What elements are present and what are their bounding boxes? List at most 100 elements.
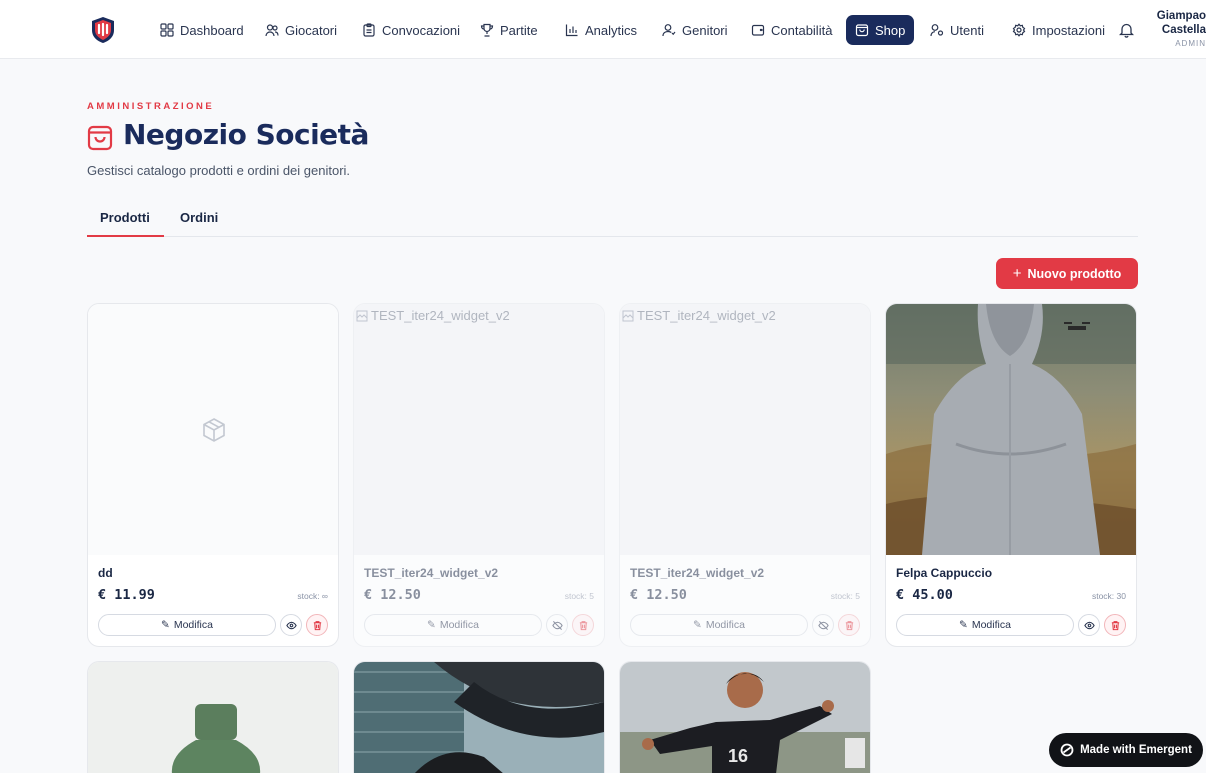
product-name: Felpa Cappuccio [896,566,993,580]
image-alt-text: TEST_iter24_widget_v2 [637,308,776,323]
nav-label: Impostazioni [1032,22,1105,38]
nav-label: Genitori [682,22,728,38]
broken-image: TEST_iter24_widget_v2 [622,308,776,323]
product-price: € 12.50 [364,587,421,603]
trophy-icon [480,23,494,37]
nav-shop[interactable]: Shop [846,15,915,45]
edit-button[interactable]: ✎ Modifica [896,614,1074,636]
product-price: € 11.99 [98,587,155,603]
product-stock: stock: 5 [830,591,860,601]
jersey-number: 16 [728,746,748,766]
product-image-broken: TEST_iter24_widget_v2 [354,304,604,555]
green-bottle-photo [88,662,338,773]
product-card[interactable]: TEST_iter24_widget_v2 TEST_iter24_widget… [619,303,871,647]
edit-button[interactable]: ✎ Modifica [630,614,808,636]
page-subtitle: Gestisci catalogo prodotti e ordini dei … [87,163,351,178]
nav-contabilita[interactable]: Contabilità [751,16,832,44]
edit-button[interactable]: ✎ Modifica [98,614,276,636]
nav-label: Dashboard [180,22,244,38]
product-price: € 12.50 [630,587,687,603]
edit-label: Modifica [705,619,745,631]
eye-off-icon [817,620,829,630]
club-logo-icon[interactable] [90,16,116,44]
edit-label: Modifica [439,619,479,631]
parents-icon [662,24,676,37]
sneakers-photo [354,662,604,773]
trash-icon [313,620,321,630]
nav-label: Convocazioni [382,22,461,38]
product-card[interactable]: dd € 11.99 stock: ∞ ✎ Modifica [87,303,339,647]
badge-label: Made with Emergent [1080,744,1192,756]
nav-dashboard[interactable]: Dashboard [160,16,244,44]
user-role: ADMIN [1175,39,1206,48]
product-image [886,304,1136,555]
nav-utenti[interactable]: Utenti [930,16,984,44]
shopping-bag-icon [87,125,113,151]
top-navbar: Dashboard Giocatori Convocazioni Partite… [0,0,1206,59]
tab-prodotti[interactable]: Prodotti [100,210,150,225]
new-product-button[interactable]: + Nuovo prodotto [996,258,1138,289]
tab-ordini[interactable]: Ordini [180,210,218,225]
visibility-button[interactable] [546,614,568,636]
nav-label: Shop [875,22,906,38]
eye-icon [285,621,297,629]
shopping-bag-icon [855,24,869,37]
delete-button[interactable] [306,614,328,636]
nav-genitori[interactable]: Genitori [662,16,728,44]
tab-active-indicator [87,235,164,237]
pencil-icon: ✎ [693,619,702,631]
grid-icon [160,23,174,37]
plus-icon: + [1012,265,1022,282]
wallet-icon [751,24,765,36]
bell-icon[interactable] [1119,22,1134,38]
eye-off-icon [551,620,563,630]
nav-label: Analytics [585,22,638,38]
nav-label: Partite [500,22,538,38]
product-card[interactable] [87,661,339,773]
nav-giocatori[interactable]: Giocatori [265,16,337,44]
visibility-button[interactable] [280,614,302,636]
product-card[interactable]: TEST_iter24_widget_v2 TEST_iter24_widget… [353,303,605,647]
made-with-emergent-badge[interactable]: Made with Emergent [1049,733,1203,767]
clipboard-icon [363,23,375,37]
product-name: TEST_iter24_widget_v2 [630,566,765,580]
eye-icon [1083,621,1095,629]
product-card[interactable]: Felpa Cappuccio € 45.00 stock: 30 ✎ Modi… [885,303,1137,647]
pencil-icon: ✎ [427,619,436,631]
pencil-icon: ✎ [161,619,170,631]
nav-analytics[interactable]: Analytics [565,16,637,44]
trash-icon [579,620,587,630]
nav-partite[interactable]: Partite [480,16,538,44]
broken-image-icon [622,310,634,321]
product-card[interactable] [353,661,605,773]
product-card[interactable]: 16 [619,661,871,773]
broken-image-icon [356,310,368,321]
delete-button[interactable] [572,614,594,636]
page-title: Negozio Società [123,118,369,151]
visibility-button[interactable] [812,614,834,636]
product-name: TEST_iter24_widget_v2 [364,566,499,580]
edit-button[interactable]: ✎ Modifica [364,614,542,636]
nav-label: Utenti [950,22,984,38]
delete-button[interactable] [1104,614,1126,636]
product-stock: stock: ∞ [297,591,328,601]
trash-icon [1111,620,1119,630]
soccer-player-photo: 16 [620,662,870,773]
user-name[interactable]: Giampao Castella [1148,9,1206,37]
nav-impostazioni[interactable]: Impostazioni [1012,16,1105,44]
image-alt-text: TEST_iter24_widget_v2 [371,308,510,323]
emergent-logo-icon [1060,743,1074,757]
product-stock: stock: 5 [564,591,594,601]
broken-image: TEST_iter24_widget_v2 [356,308,510,323]
visibility-button[interactable] [1078,614,1100,636]
nav-convocazioni[interactable]: Convocazioni [362,16,460,44]
user-key-icon [930,24,944,37]
product-stock: stock: 30 [1091,591,1126,601]
delete-button[interactable] [838,614,860,636]
edit-label: Modifica [173,619,213,631]
tabs-divider [87,236,1138,237]
new-product-label: Nuovo prodotto [1027,266,1122,281]
edit-label: Modifica [971,619,1011,631]
product-name: dd [98,566,113,580]
nav-label: Contabilità [771,22,833,38]
